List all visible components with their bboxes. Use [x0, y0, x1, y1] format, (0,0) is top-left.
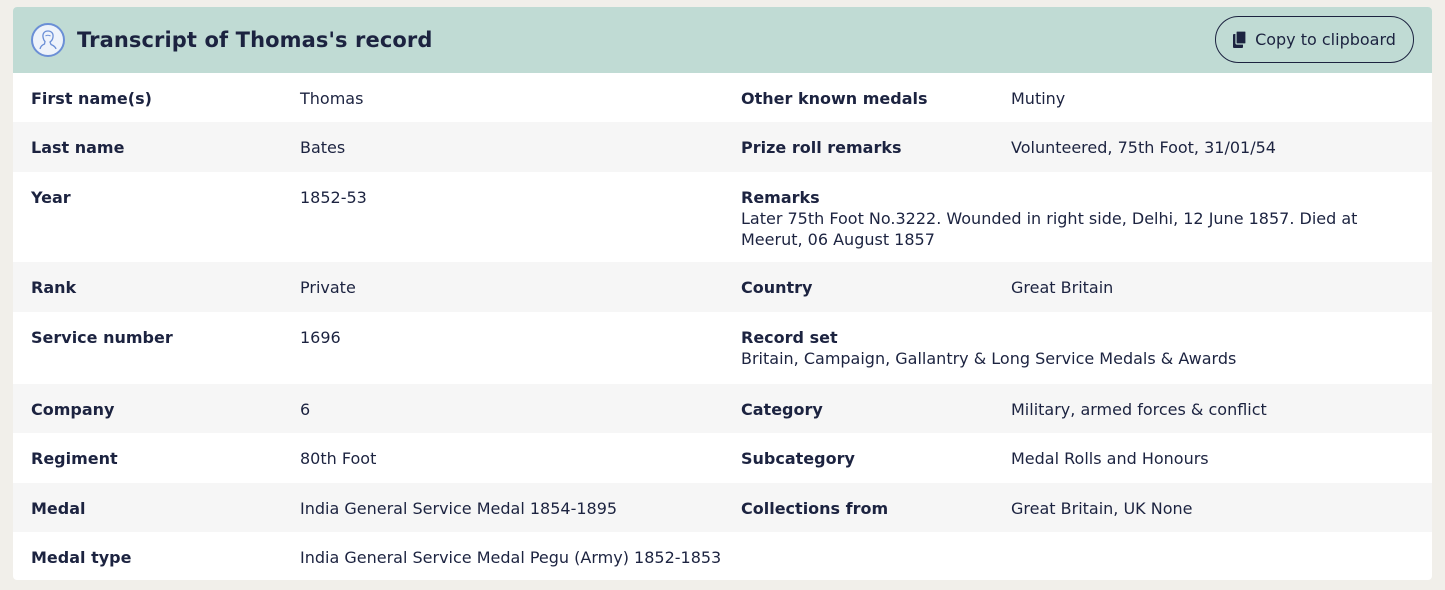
field-label-regiment: Regiment: [31, 449, 118, 468]
transcript-card: Transcript of Thomas's record Copy to cl…: [13, 7, 1432, 580]
field-label-last-name: Last name: [31, 138, 125, 157]
field-value-rank: Private: [300, 278, 356, 297]
field-label-prize-roll-remarks: Prize roll remarks: [741, 138, 902, 157]
field-value-regiment: 80th Foot: [300, 449, 377, 468]
field-value-service-number: 1696: [300, 328, 341, 347]
field-value-category: Military, armed forces & conflict: [1011, 400, 1267, 419]
field-label-first-name: First name(s): [31, 89, 152, 108]
field-value-medal-type: India General Service Medal Pegu (Army) …: [300, 548, 722, 567]
table-row: First name(s) Thomas Other known medals …: [13, 73, 1432, 122]
table-row: Last name Bates Prize roll remarks Volun…: [13, 122, 1432, 172]
field-value-other-medals: Mutiny: [1011, 89, 1066, 108]
field-label-rank: Rank: [31, 278, 77, 297]
field-label-subcategory: Subcategory: [741, 449, 855, 468]
copy-button-label: Copy to clipboard: [1255, 30, 1396, 49]
field-label-remarks: Remarks: [741, 188, 820, 207]
field-value-medal: India General Service Medal 1854-1895: [300, 499, 618, 518]
record-set-block: Record set Britain, Campaign, Gallantry …: [741, 327, 1401, 369]
table-row: Year 1852-53 Remarks Later 75th Foot No.…: [13, 172, 1432, 262]
page-title: Transcript of Thomas's record: [77, 28, 433, 52]
clipboard-icon: [1233, 31, 1247, 48]
table-row: Medal type India General Service Medal P…: [13, 532, 1432, 580]
table-row: Medal India General Service Medal 1854-1…: [13, 483, 1432, 532]
person-portrait-icon: [31, 23, 65, 57]
field-label-medal-type: Medal type: [31, 548, 132, 567]
field-value-collections-from: Great Britain, UK None: [1011, 499, 1193, 518]
field-label-service-number: Service number: [31, 328, 173, 347]
field-label-year: Year: [31, 188, 71, 207]
field-value-last-name: Bates: [300, 138, 346, 157]
field-label-record-set: Record set: [741, 328, 838, 347]
remarks-block: Remarks Later 75th Foot No.3222. Wounded…: [741, 187, 1401, 250]
field-label-other-medals: Other known medals: [741, 89, 928, 108]
field-value-company: 6: [300, 400, 311, 419]
field-value-year: 1852-53: [300, 188, 367, 207]
field-value-prize-roll-remarks: Volunteered, 75th Foot, 31/01/54: [1011, 138, 1276, 157]
field-label-medal: Medal: [31, 499, 86, 518]
field-value-record-set: Britain, Campaign, Gallantry & Long Serv…: [741, 349, 1237, 368]
table-row: Service number 1696 Record set Britain, …: [13, 312, 1432, 384]
table-row: Company 6 Category Military, armed force…: [13, 384, 1432, 433]
field-label-category: Category: [741, 400, 823, 419]
field-value-remarks: Later 75th Foot No.3222. Wounded in righ…: [741, 209, 1358, 249]
field-value-country: Great Britain: [1011, 278, 1114, 297]
field-label-collections-from: Collections from: [741, 499, 889, 518]
transcript-header: Transcript of Thomas's record Copy to cl…: [13, 7, 1432, 73]
field-value-first-name: Thomas: [300, 89, 364, 108]
record-table: First name(s) Thomas Other known medals …: [13, 73, 1432, 580]
field-value-subcategory: Medal Rolls and Honours: [1011, 449, 1209, 468]
table-row: Rank Private Country Great Britain: [13, 262, 1432, 312]
field-label-company: Company: [31, 400, 115, 419]
copy-to-clipboard-button[interactable]: Copy to clipboard: [1215, 16, 1414, 63]
field-label-country: Country: [741, 278, 813, 297]
table-row: Regiment 80th Foot Subcategory Medal Rol…: [13, 433, 1432, 483]
